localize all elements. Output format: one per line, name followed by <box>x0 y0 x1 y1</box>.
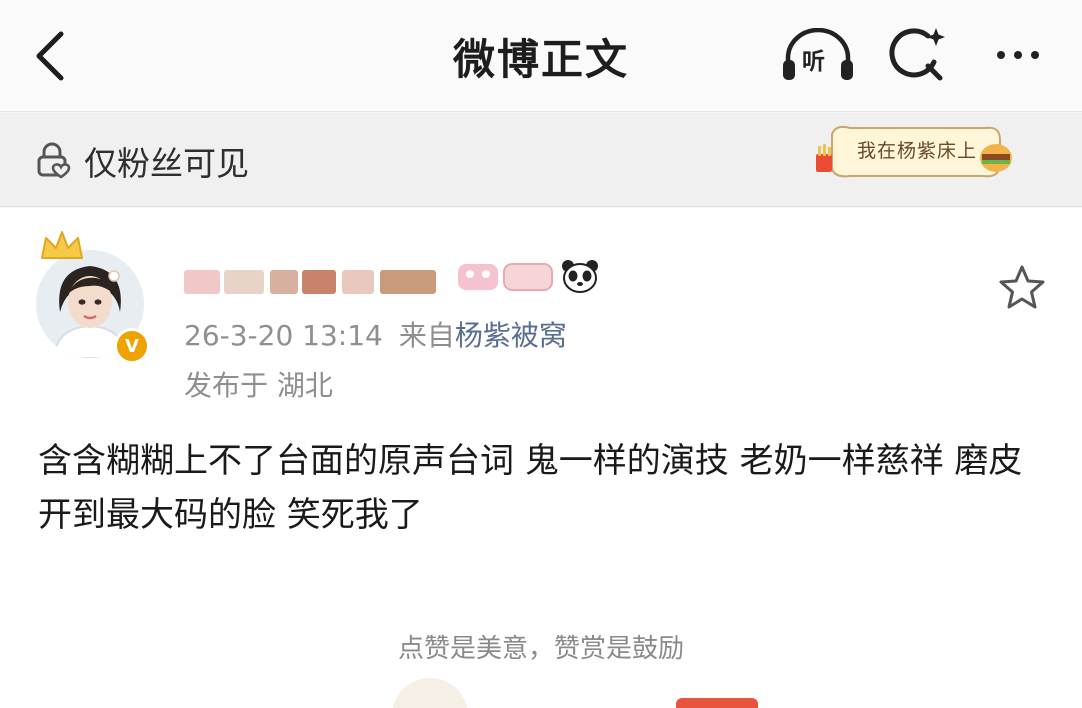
blurred-name-block <box>270 270 298 294</box>
crown-icon <box>41 231 83 259</box>
post-card: V 26-3-20 13:14 来自杨紫被窝 发布于 湖北 含含糊糊上不了台面的原… <box>0 208 1082 708</box>
verified-badge: V <box>114 328 150 364</box>
reward-avatar[interactable] <box>392 678 468 708</box>
panda-icon <box>562 260 598 293</box>
blurred-name-block <box>184 270 220 294</box>
more-dot <box>997 51 1005 59</box>
blurred-name-block <box>302 270 336 294</box>
blurred-name-block <box>342 270 374 294</box>
listen-label: 听 <box>802 49 825 75</box>
post-location: 发布于 湖北 <box>184 369 333 402</box>
top-navigation-bar: 微博正文 听 <box>0 0 1082 112</box>
more-button[interactable] <box>984 28 1052 82</box>
fans-only-label: 仅粉丝可见 <box>84 144 249 183</box>
star-outline-icon[interactable] <box>996 262 1048 314</box>
post-time: 26-3-20 13:14 <box>184 319 383 352</box>
card-badge-text: 我在杨紫床上 <box>856 140 977 162</box>
search-sparkle-icon <box>889 28 945 81</box>
member-badge[interactable] <box>456 260 556 294</box>
blurred-name-block <box>224 270 264 294</box>
source-link[interactable]: 杨紫被窝 <box>455 319 567 352</box>
blurred-name-block <box>380 270 436 294</box>
back-arrow-icon <box>36 31 64 81</box>
author-avatar-group[interactable]: V <box>36 228 156 368</box>
search-button[interactable] <box>884 22 952 88</box>
more-dot <box>1031 51 1039 59</box>
source-prefix: 来自 <box>398 319 455 352</box>
reward-tag <box>676 698 758 708</box>
post-content: 含含糊糊上不了台面的原声台词 鬼一样的演技 老奶一样慈祥 磨皮开到最大码的脸 笑… <box>38 441 1023 535</box>
decorative-card-badge[interactable]: 我在杨紫床上 <box>810 120 1014 186</box>
listen-button[interactable]: 听 <box>780 28 856 86</box>
reward-hint: 点赞是美意，赞赏是鼓励 <box>397 634 684 664</box>
lock-heart-icon <box>37 142 71 179</box>
back-button[interactable] <box>22 24 78 88</box>
author-name-blurred[interactable] <box>184 260 444 296</box>
more-dot <box>1014 51 1022 59</box>
post-meta: 26-3-20 13:14 来自杨紫被窝 <box>184 314 567 354</box>
